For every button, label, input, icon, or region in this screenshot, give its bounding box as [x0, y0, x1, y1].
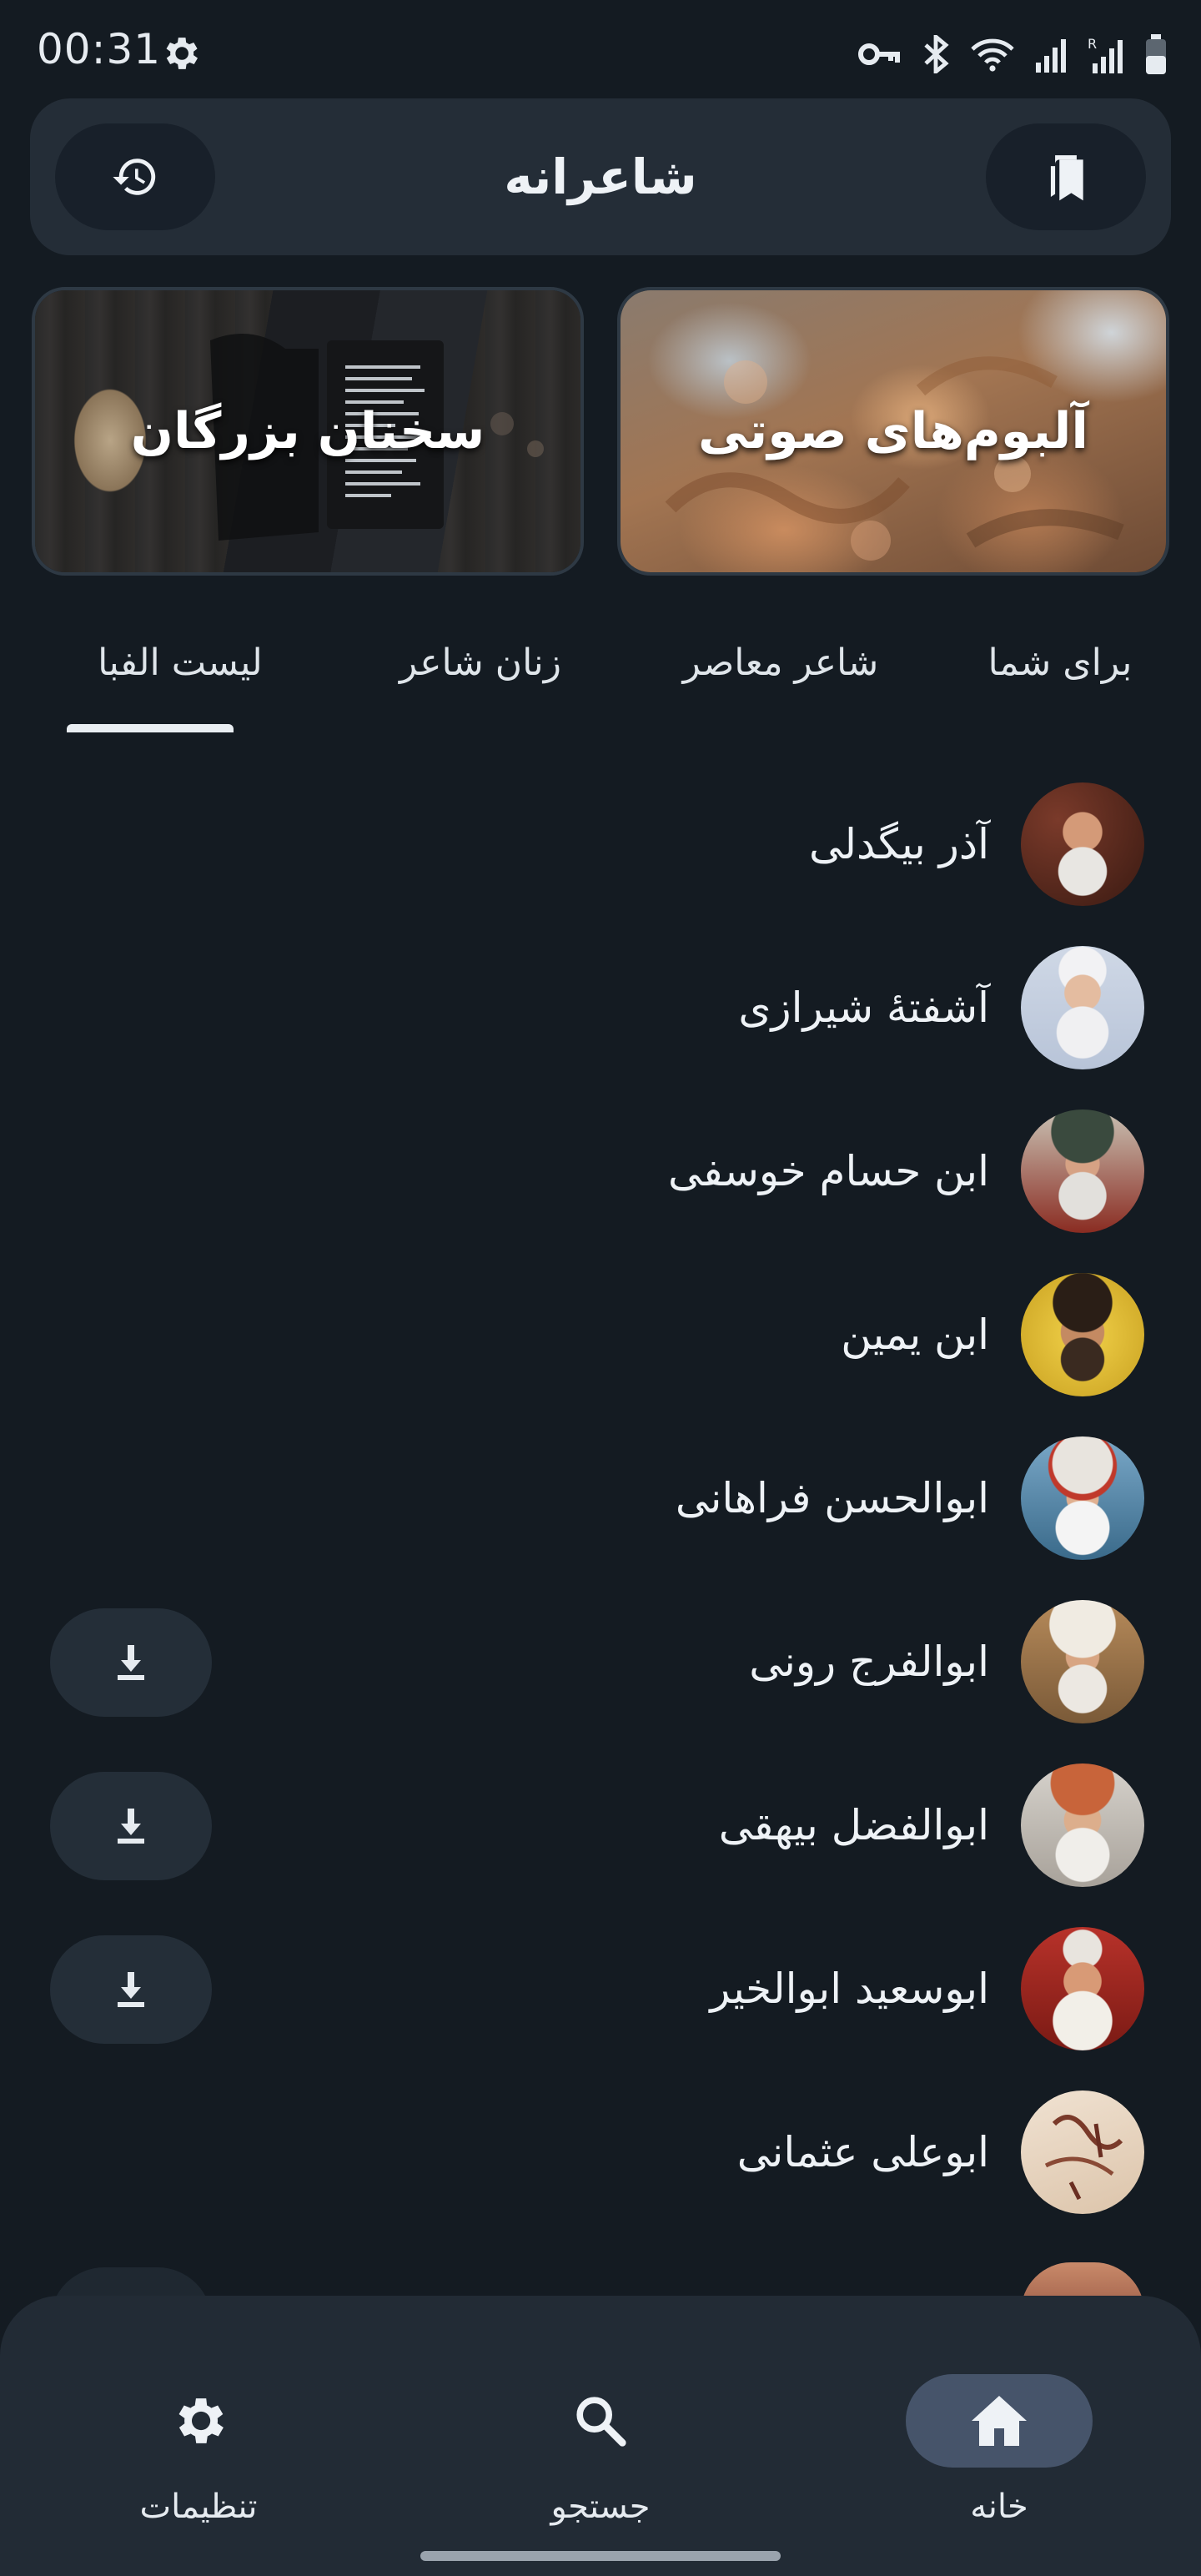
- poet-name: ابوالحسن فراهانی: [675, 1474, 989, 1522]
- calligraphy-illustration: [1044, 2115, 1123, 2201]
- nav-settings-label: تنظیمات: [139, 2488, 258, 2526]
- vpn-key-icon: [858, 43, 900, 65]
- list-item[interactable]: ابن حسام خوسفی: [0, 1089, 1201, 1253]
- settings-icon: [178, 2398, 224, 2443]
- avatar: [1021, 1436, 1144, 1560]
- history-icon: [113, 158, 156, 195]
- poet-name: آشفتهٔ شیرازی: [738, 984, 989, 1032]
- tab-alphabetical-list[interactable]: لیست الفبا: [47, 617, 314, 709]
- download-icon: [118, 1972, 144, 2007]
- avatar: [1021, 2090, 1144, 2214]
- signal-icon: [1036, 39, 1066, 73]
- gesture-home-bar[interactable]: [420, 2551, 781, 2561]
- bottom-navigation: تنظیمات جستجو خانه: [0, 2296, 1201, 2576]
- signal-roaming-icon: R: [1088, 36, 1123, 73]
- list-item[interactable]: ابن یمین: [0, 1253, 1201, 1416]
- top-app-bar: شاعرانه: [30, 98, 1171, 255]
- home-icon: [972, 2396, 1027, 2446]
- status-bar: 00:31 R: [0, 0, 1201, 100]
- download-icon: [118, 1645, 144, 1680]
- list-item[interactable]: ابوالحسن فراهانی: [0, 1416, 1201, 1580]
- nav-home-label: خانه: [970, 2488, 1028, 2526]
- list-item[interactable]: آشفتهٔ شیرازی: [0, 926, 1201, 1089]
- tab-for-you[interactable]: برای شما: [956, 617, 1164, 709]
- history-button[interactable]: [55, 123, 215, 230]
- screen: 00:31 R شاعرانه: [0, 0, 1201, 2576]
- avatar: [1021, 1273, 1144, 1396]
- nav-settings[interactable]: تنظیمات: [73, 2337, 324, 2526]
- audio-albums-card[interactable]: آلبوم‌های صوتی: [617, 287, 1169, 576]
- nav-search-label: جستجو: [550, 2488, 651, 2526]
- download-icon: [118, 1809, 144, 1844]
- tab-women-poets[interactable]: زنان شاعر: [355, 617, 606, 709]
- avatar: [1021, 782, 1144, 906]
- avatar: [1021, 1927, 1144, 2050]
- nav-home[interactable]: خانه: [874, 2337, 1124, 2526]
- nav-search-pill: [507, 2374, 694, 2468]
- bookmarks-button[interactable]: [986, 123, 1146, 230]
- avatar: [1021, 1600, 1144, 1723]
- battery-icon: [1146, 34, 1166, 74]
- poet-name: ابوعلی عثمانی: [736, 2128, 989, 2176]
- nav-home-pill: [906, 2374, 1093, 2468]
- poet-name: ابوالفرج رونی: [749, 1638, 989, 1686]
- bookmark-icon: [1050, 155, 1083, 201]
- audio-albums-label: آلبوم‌های صوتی: [697, 402, 1089, 460]
- tab-contemporary-poets[interactable]: شاعر معاصر: [639, 617, 922, 709]
- poet-name: ابوسعید ابوالخیر: [710, 1965, 989, 2013]
- gear-icon: [166, 38, 198, 69]
- status-time: 00:31: [37, 25, 162, 73]
- avatar: [1021, 946, 1144, 1069]
- search-icon: [576, 2397, 626, 2447]
- category-tabs: برای شما شاعر معاصر زنان شاعر لیست الفبا: [30, 617, 1171, 734]
- avatar: [1021, 1763, 1144, 1887]
- list-item[interactable]: ابوالفضل بیهقی: [0, 1743, 1201, 1907]
- nav-search[interactable]: جستجو: [475, 2337, 726, 2526]
- download-button[interactable]: [50, 1608, 212, 1717]
- list-item[interactable]: آذر بیگدلی: [0, 762, 1201, 926]
- nav-settings-pill: [105, 2374, 292, 2468]
- active-tab-indicator: [67, 724, 234, 732]
- bluetooth-icon: [924, 35, 949, 73]
- poet-name: ابن یمین: [841, 1311, 989, 1359]
- download-button[interactable]: [50, 1772, 212, 1880]
- list-item[interactable]: ابوسعید ابوالخیر: [0, 1907, 1201, 2070]
- avatar: [1021, 1109, 1144, 1233]
- poet-name: ابن حسام خوسفی: [668, 1147, 989, 1195]
- great-quotes-label: سخنان بزرگان: [130, 402, 485, 460]
- wifi-icon: [971, 38, 1014, 72]
- list-item[interactable]: ابوعلی عثمانی: [0, 2070, 1201, 2234]
- great-quotes-card[interactable]: سخنان بزرگان: [32, 287, 584, 576]
- poet-name: آذر بیگدلی: [809, 820, 989, 868]
- download-button[interactable]: [50, 1935, 212, 2044]
- poet-name: ابوالفضل بیهقی: [718, 1801, 989, 1849]
- status-icons: R: [857, 33, 1168, 75]
- svg-text:R: R: [1088, 36, 1097, 52]
- list-item[interactable]: ابوالفرج رونی: [0, 1580, 1201, 1743]
